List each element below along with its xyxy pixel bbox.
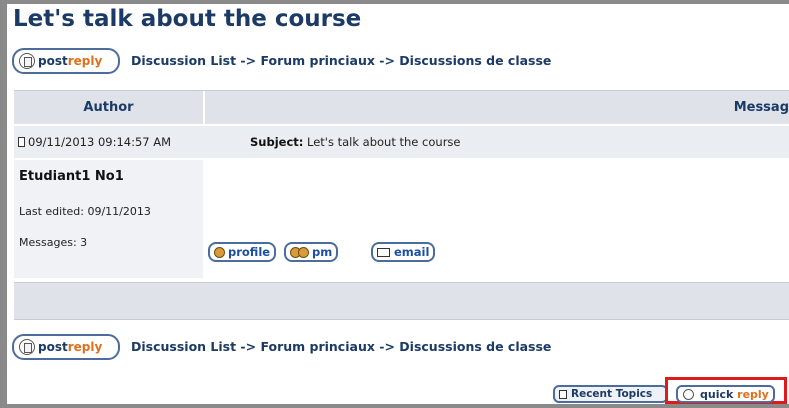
breadcrumb-separator: -> <box>374 339 400 354</box>
table-header: Author Messag <box>14 90 789 124</box>
envelope-icon <box>377 247 390 257</box>
subject-label: Subject: <box>250 135 304 149</box>
header-separator <box>203 91 205 124</box>
breadcrumb-top: Discussion List -> Forum princiaux -> Di… <box>131 48 551 74</box>
breadcrumb-separator: -> <box>374 53 400 68</box>
email-button[interactable]: email <box>371 242 436 262</box>
window-frame-bottom <box>0 404 789 408</box>
email-label: email <box>394 245 430 259</box>
forum-topic-page: Let's talk about the course post reply Di… <box>7 4 789 404</box>
recent-topics-button[interactable]: Recent Topics <box>553 385 668 403</box>
post-reply-label-prefix: post <box>38 340 68 354</box>
post-reply-icon <box>19 53 35 69</box>
breadcrumb-discussion-list[interactable]: Discussion List <box>131 339 236 354</box>
page-title: Let's talk about the course <box>13 6 362 32</box>
profile-button[interactable]: profile <box>208 242 277 262</box>
post-date: 09/11/2013 09:14:57 AM <box>18 126 171 158</box>
breadcrumb-separator: -> <box>236 53 261 68</box>
author-column: Etudiant1 No1 Last edited: 09/11/2013 Me… <box>14 160 203 278</box>
window-frame-left <box>0 0 7 408</box>
post-reply-button-top[interactable]: post reply <box>12 48 120 74</box>
header-message: Messag <box>733 100 789 115</box>
post-reply-label-suffix: reply <box>67 340 103 354</box>
breadcrumb-discussion-list[interactable]: Discussion List <box>131 53 236 68</box>
header-author: Author <box>83 100 134 115</box>
quick-reply-icon <box>683 388 694 400</box>
quick-reply-label-prefix: quick <box>700 387 734 401</box>
breadcrumb-category[interactable]: Discussions de classe <box>399 339 551 354</box>
profile-label: profile <box>228 245 271 259</box>
breadcrumb-forum[interactable]: Forum princiaux <box>260 53 374 68</box>
post-meta-row: 09/11/2013 09:14:57 AM Subject: Let's ta… <box>14 126 789 158</box>
post-reply-label-prefix: post <box>38 54 68 68</box>
last-edited: Last edited: 09/11/2013 <box>19 205 151 218</box>
post-divider-bar <box>14 282 789 320</box>
quick-reply-button[interactable]: quick reply <box>676 385 775 403</box>
quick-reply-label-suffix: reply <box>737 387 769 401</box>
breadcrumb-separator: -> <box>236 339 261 354</box>
pm-button[interactable]: pm <box>284 242 339 262</box>
breadcrumb-bottom: Discussion List -> Forum princiaux -> Di… <box>131 334 551 360</box>
author-name: Etudiant1 No1 <box>19 169 124 184</box>
recent-topics-icon <box>559 389 567 399</box>
recent-topics-label: Recent Topics <box>571 388 653 400</box>
pm-icon-second <box>298 246 309 258</box>
profile-icon <box>214 246 225 258</box>
post-timestamp: 09/11/2013 09:14:57 AM <box>28 135 172 149</box>
document-icon <box>18 137 25 147</box>
subject-value: Let's talk about the course <box>303 135 461 149</box>
breadcrumb-forum[interactable]: Forum princiaux <box>260 339 374 354</box>
breadcrumb-category[interactable]: Discussions de classe <box>399 53 551 68</box>
message-count: Messages: 3 <box>19 236 88 249</box>
pm-label: pm <box>312 245 333 259</box>
post-reply-icon <box>19 339 35 355</box>
post-reply-label-suffix: reply <box>67 54 103 68</box>
post-subject: Subject: Let's talk about the course <box>250 126 461 158</box>
post-reply-button-bottom[interactable]: post reply <box>12 334 120 360</box>
